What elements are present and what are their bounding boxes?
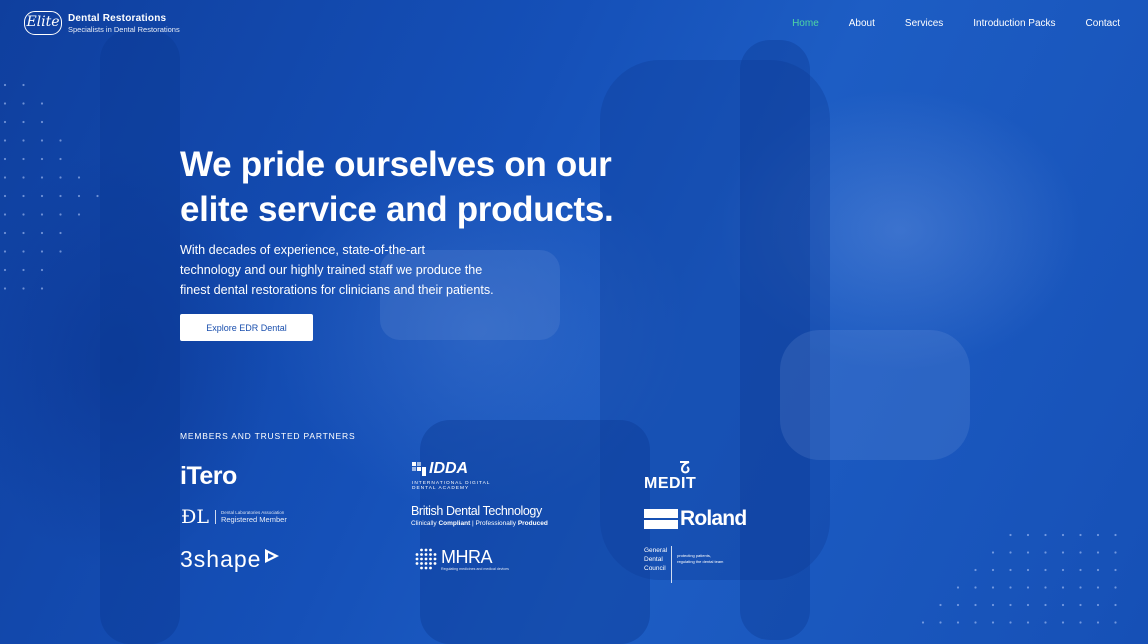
bdt-sub3: | Professionally [470,520,518,527]
medit-logo: MEDIT [644,460,697,493]
background-image [100,30,970,644]
nav-home[interactable]: Home [792,18,819,29]
bdt-sub1: Clinically [411,520,439,527]
mhra-logo: MHRA Regulating medicines and medical de… [414,547,509,571]
hero-headline-line2: elite service and products. [180,190,614,229]
dla-mark-icon: ÐL [181,506,209,528]
idda-logo: IDDA INTERNATIONAL DIGITAL DENTAL ACADEM… [412,460,490,491]
nav-contact[interactable]: Contact [1086,18,1120,29]
main-nav: Home About Services Introduction Packs C… [792,18,1120,29]
mhra-dots-icon [415,548,437,570]
brand-tagline: Specialists in Dental Restorations [68,24,180,34]
3shape-logo: 3shape [180,546,281,573]
roland-logo: Roland [644,507,747,531]
itero-text: iTero [180,462,237,490]
explore-button[interactable]: Explore EDR Dental [180,314,313,341]
gdc-line3: Council [644,565,666,572]
medit-text: MEDIT [644,475,697,492]
bdt-sub4: Produced [517,520,548,527]
partners-title: MEMBERS AND TRUSTED PARTNERS [180,431,356,441]
hero-lead-line1: With decades of experience, state-of-the… [180,243,426,257]
hero-headline: We pride ourselves on our elite service … [180,142,700,232]
hero-lead-line2: technology and our highly trained staff … [180,263,483,277]
mhra-text: MHRA [441,546,492,567]
gdc-logo: General Dental Council protecting patien… [644,546,723,583]
nav-introduction-packs[interactable]: Introduction Packs [973,18,1055,29]
dot-pattern-right [921,533,1117,624]
idda-sub2: DENTAL ACADEMY [412,486,470,491]
bdt-logo: British Dental Technology Clinically Com… [411,504,548,527]
idda-text: IDDA [429,460,469,477]
itero-logo: iTero [180,462,237,491]
3shape-triangle-icon [265,549,280,563]
medit-drop-icon [680,461,690,474]
brand-name: Dental Restorations [68,12,167,24]
3shape-text: 3shape [180,546,262,572]
hero-headline-line1: We pride ourselves on our [180,145,612,184]
hero-lead-line3: finest dental restorations for clinician… [180,283,494,297]
dla-logo: ÐL Dental Laboratories Association Regis… [181,505,287,529]
gdc-line2: Dental [644,556,663,563]
brand-logo[interactable]: Elite Dental Restorations Specialists in… [24,11,180,35]
bdt-name: British Dental Technology [411,504,542,518]
bdt-sub2: Compliant [438,520,471,527]
idda-mark-icon [412,462,426,476]
dla-member-text: Registered Member [220,515,287,524]
roland-text: Roland [680,507,747,530]
dot-pattern-left [3,83,99,290]
gdc-tag2: regulating the dental team [677,559,724,564]
logo-mark: Elite [24,11,62,35]
gdc-line1: General [644,547,668,554]
nav-services[interactable]: Services [905,18,943,29]
nav-about[interactable]: About [849,18,875,29]
hero-lead: With decades of experience, state-of-the… [180,240,540,300]
mhra-sub: Regulating medicines and medical devices [441,566,509,571]
roland-stripes-icon [644,509,678,529]
